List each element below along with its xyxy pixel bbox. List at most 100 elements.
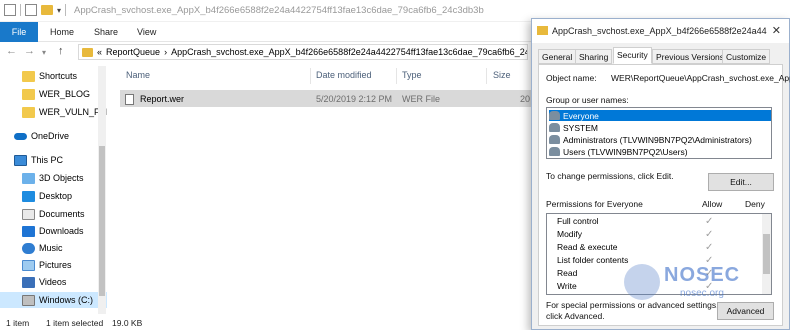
- nav-item-label: WER_VULN_FUL: [39, 107, 107, 117]
- users-icon: [549, 135, 560, 144]
- nav-scrollbar[interactable]: [98, 66, 106, 314]
- scrollbar-thumb[interactable]: [99, 146, 105, 296]
- computer-icon: [14, 154, 27, 166]
- pictures-icon: [22, 259, 35, 271]
- special-permissions-text-2: click Advanced.: [546, 311, 605, 321]
- nav-item-label: Windows (C:): [39, 295, 94, 305]
- permission-name: Write: [557, 281, 577, 291]
- tab-customize[interactable]: Customize: [722, 49, 771, 64]
- column-divider[interactable]: [310, 68, 311, 84]
- toolbar-divider: [20, 4, 21, 16]
- music-icon: [22, 242, 35, 254]
- status-size: 19.0 KB: [112, 318, 143, 328]
- checkmark-icon: ✓: [705, 229, 714, 240]
- tab-share[interactable]: Share: [94, 22, 118, 42]
- close-icon[interactable]: ✕: [772, 24, 781, 37]
- group-name: Users (TLVWIN9BN7PQ2\Users): [563, 146, 688, 157]
- breadcrumb-reportqueue[interactable]: ReportQueue: [106, 47, 160, 57]
- tab-security[interactable]: Security: [613, 47, 652, 64]
- column-header-name[interactable]: Name: [126, 70, 150, 80]
- navigation-pane: Shortcuts WER_BLOG WER_VULN_FUL OneDrive…: [0, 66, 107, 314]
- address-bar[interactable]: « ReportQueue › AppCrash_svchost.exe_App…: [78, 44, 528, 60]
- tab-file[interactable]: File: [0, 22, 38, 42]
- file-type: WER File: [402, 94, 440, 104]
- column-divider[interactable]: [486, 68, 487, 84]
- file-icon: [125, 94, 134, 105]
- scrollbar-thumb[interactable]: [763, 234, 770, 274]
- users-icon: [549, 111, 560, 120]
- cloud-icon: [14, 132, 27, 140]
- group-user-list[interactable]: Everyone SYSTEM Administrators (TLVWIN9B…: [546, 107, 772, 159]
- tab-home[interactable]: Home: [50, 22, 74, 42]
- properties-dialog: AppCrash_svchost.exe_AppX_b4f266e6588f2e…: [531, 18, 790, 330]
- permissions-scrollbar[interactable]: [762, 214, 771, 294]
- nav-item-windows-c[interactable]: Windows (C:): [0, 292, 107, 308]
- list-item[interactable]: SYSTEM: [549, 122, 771, 133]
- nav-item-desktop[interactable]: Desktop: [22, 188, 107, 204]
- breadcrumb-separator: ›: [164, 47, 168, 57]
- checkmark-icon: ✓: [705, 268, 714, 279]
- list-item[interactable]: Administrators (TLVWIN9BN7PQ2\Administra…: [549, 134, 771, 145]
- dialog-titlebar: AppCrash_svchost.exe_AppX_b4f266e6588f2e…: [532, 19, 789, 43]
- permission-row: Read & execute ✓: [557, 242, 767, 255]
- nav-item-onedrive[interactable]: OneDrive: [14, 128, 107, 144]
- nav-item-wer-vuln[interactable]: WER_VULN_FUL: [22, 104, 107, 120]
- customize-toolbar-icon[interactable]: ▾: [57, 6, 61, 15]
- nav-item-pictures[interactable]: Pictures: [22, 257, 107, 273]
- object-name-label: Object name:: [546, 73, 597, 83]
- nav-item-documents[interactable]: Documents: [22, 206, 107, 222]
- security-panel: Object name: WER\ReportQueue\AppCrash_sv…: [538, 64, 790, 326]
- tab-previous-versions[interactable]: Previous Versions: [652, 49, 729, 64]
- nav-item-label: Desktop: [39, 191, 73, 201]
- tab-view[interactable]: View: [137, 22, 156, 42]
- permissions-list: Full control ✓ Modify ✓ Read & execute ✓ Li…: [546, 213, 772, 295]
- edit-button[interactable]: Edit...: [708, 173, 774, 191]
- permission-row: Write ✓: [557, 281, 767, 294]
- permission-name: Read: [557, 268, 578, 278]
- nav-item-shortcuts[interactable]: Shortcuts: [22, 68, 107, 84]
- quick-access-toolbar: ▾: [4, 4, 67, 16]
- file-date: 5/20/2019 2:12 PM: [316, 94, 393, 104]
- nav-item-downloads[interactable]: Downloads: [22, 223, 107, 239]
- breadcrumb-appcrash[interactable]: AppCrash_svchost.exe_AppX_b4f266e6588f2e…: [171, 47, 527, 57]
- nav-item-3d-objects[interactable]: 3D Objects: [22, 170, 107, 186]
- allow-header: Allow: [702, 199, 723, 209]
- column-header-size[interactable]: Size: [493, 70, 511, 80]
- nav-item-label: Shortcuts: [39, 71, 78, 81]
- nav-item-label: This PC: [31, 155, 64, 165]
- tab-sharing[interactable]: Sharing: [575, 49, 613, 64]
- up-arrow-icon[interactable]: ↑: [58, 45, 64, 57]
- checkbox-icon[interactable]: [25, 4, 37, 16]
- forward-arrow-icon[interactable]: →: [24, 45, 35, 57]
- column-divider[interactable]: [396, 68, 397, 84]
- group-name: Everyone: [563, 110, 599, 121]
- properties-icon[interactable]: [4, 4, 16, 16]
- users-icon: [549, 147, 560, 156]
- nav-item-label: WER_BLOG: [39, 89, 91, 99]
- permission-name: Full control: [557, 216, 599, 226]
- permission-name: Modify: [557, 229, 583, 239]
- nav-item-videos[interactable]: Videos: [22, 274, 107, 290]
- permissions-for-label: Permissions for Everyone: [546, 199, 643, 209]
- permission-name: Read & execute: [557, 242, 618, 252]
- object-name-value: WER\ReportQueue\AppCrash_svchost.exe_App…: [611, 73, 790, 83]
- column-header-type[interactable]: Type: [402, 70, 422, 80]
- nav-item-this-pc[interactable]: This PC: [14, 152, 107, 168]
- download-icon: [22, 225, 35, 237]
- back-arrow-icon[interactable]: ←: [6, 45, 17, 57]
- list-item[interactable]: Everyone: [549, 110, 771, 121]
- table-row[interactable]: Report.wer 5/20/2019 2:12 PM WER File 20: [120, 90, 532, 107]
- nav-item-music[interactable]: Music: [22, 240, 107, 256]
- users-icon: [549, 123, 560, 132]
- column-header-date[interactable]: Date modified: [316, 70, 372, 80]
- permission-name: List folder contents: [557, 255, 629, 265]
- tab-general[interactable]: General: [538, 49, 577, 64]
- advanced-button[interactable]: Advanced: [717, 302, 774, 320]
- new-folder-icon[interactable]: [41, 5, 53, 15]
- list-item[interactable]: Users (TLVWIN9BN7PQ2\Users): [549, 146, 771, 157]
- status-selected: 1 item selected: [46, 318, 104, 328]
- nav-item-wer-blog[interactable]: WER_BLOG: [22, 86, 107, 102]
- folder-icon: [22, 88, 35, 100]
- recent-locations-chevron-icon[interactable]: ▾: [42, 48, 46, 57]
- breadcrumb-overflow[interactable]: «: [97, 47, 102, 57]
